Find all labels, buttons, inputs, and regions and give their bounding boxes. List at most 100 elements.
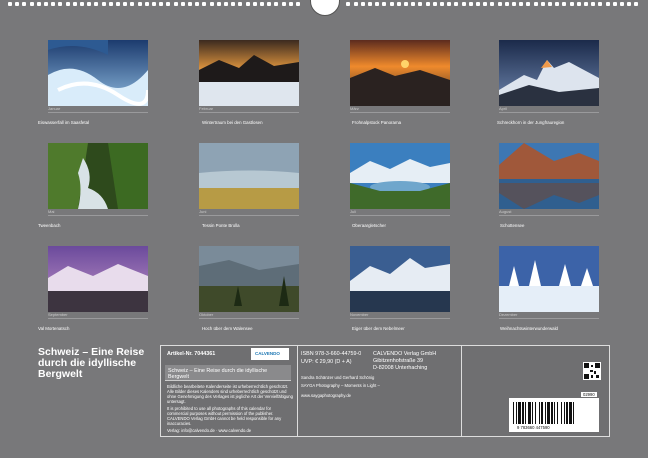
barcode-bar xyxy=(564,402,565,424)
thumbnail-march xyxy=(350,40,450,106)
month-line xyxy=(199,215,299,216)
binding-hole xyxy=(159,2,164,6)
binding-hole xyxy=(80,2,84,6)
month-line xyxy=(199,318,299,319)
thumbnail-july xyxy=(350,143,450,209)
barcode-digits: 9 783660 447590 xyxy=(517,425,550,430)
binding-hole xyxy=(591,2,596,6)
month-label: November xyxy=(350,312,369,317)
binding-hole xyxy=(173,2,178,6)
caption-june: Tessin Ponte Brolla xyxy=(202,223,240,228)
binding-hole xyxy=(483,2,488,6)
barcode-bar xyxy=(561,402,562,424)
caption-may: Tweenbach xyxy=(38,223,61,228)
binding-hole xyxy=(252,2,257,6)
month-label: Februar xyxy=(199,106,214,111)
publisher-logo-text: CALVENDO xyxy=(255,351,280,356)
binding-hole xyxy=(245,2,250,6)
binding-hole xyxy=(612,2,617,6)
authors: Sandra Schänzer und Gerhard Schönig xyxy=(301,375,375,380)
thumbnail-august xyxy=(499,143,599,209)
binding-hole xyxy=(116,2,120,6)
binding-hole xyxy=(188,2,192,6)
binding-hole xyxy=(195,2,200,6)
month-line xyxy=(48,215,148,216)
caption-february: Wintertraum bei den Gastlosen xyxy=(202,120,263,125)
binding-hole xyxy=(224,2,228,6)
barcode-bar xyxy=(518,402,521,424)
month-line xyxy=(199,112,299,113)
binding-hole xyxy=(497,2,502,6)
barcode-bar xyxy=(551,402,553,424)
binding-hole xyxy=(368,2,372,6)
month-line xyxy=(350,112,450,113)
calendar-title: Schweiz – Eine Reise durch die idyllisch… xyxy=(38,346,145,380)
month-line xyxy=(48,318,148,319)
binding-hole xyxy=(454,2,459,6)
barcode-bar xyxy=(557,402,558,424)
binding-hole xyxy=(526,2,531,6)
binding-hole xyxy=(620,2,624,6)
legal-text-en: It is prohibited to use all photographs … xyxy=(167,406,282,426)
binding-hole xyxy=(72,2,77,6)
binding-hole xyxy=(94,2,99,6)
barcode-bar xyxy=(522,402,524,424)
binding-hole xyxy=(504,2,509,6)
month-label: Juni xyxy=(199,209,207,214)
month-line xyxy=(499,215,599,216)
caption-march: Frohnalpstock Panorama xyxy=(352,120,402,125)
month-line xyxy=(350,215,450,216)
price: UVP: € 29,90 (D + A) xyxy=(301,359,352,365)
binding-hole xyxy=(425,2,430,6)
binding-hole xyxy=(396,2,401,6)
binding-hole xyxy=(209,2,214,6)
caption-december: Weihnachtswinterwunderwald xyxy=(500,326,559,331)
barcode-bar xyxy=(541,402,543,424)
binding-hole xyxy=(627,2,632,6)
binding-hole xyxy=(382,2,387,6)
subtitle-band: Schweiz – Eine Reise durch die idyllisch… xyxy=(165,365,291,381)
month-label: Mai xyxy=(48,209,55,214)
binding-hole xyxy=(634,2,639,6)
binding-hole xyxy=(576,2,581,6)
thumbnail-december xyxy=(499,246,599,312)
month-line xyxy=(499,318,599,319)
binding-hole xyxy=(238,2,243,6)
barcode-bar xyxy=(528,402,531,424)
month-label: Juli xyxy=(350,209,357,214)
qr-code xyxy=(583,362,601,380)
subtitle: Schweiz – Eine Reise durch die idyllisch… xyxy=(168,368,268,380)
publisher-city: D-82008 Unterhaching xyxy=(373,365,428,371)
binding-hole xyxy=(375,2,380,6)
caption-october: Hoch über dem Walensee xyxy=(202,326,253,331)
legal-text-de: Bildliche bearbeitete Kalenderseite ist … xyxy=(167,384,293,404)
publisher-street: Gibitzenhofstraße 39 xyxy=(373,358,424,364)
caption-january: Eiswasserfall im Saasfetal xyxy=(38,120,89,125)
binding-hole xyxy=(461,2,466,6)
binding-hole xyxy=(108,2,113,6)
binding-hole xyxy=(231,2,236,6)
binding-hole xyxy=(288,2,293,6)
barcode-bar xyxy=(532,402,533,424)
binding-hole xyxy=(512,2,516,6)
binding-hole xyxy=(605,2,610,6)
calendar-back-page: Januar Eiswasserfall im Saasfetal Februa… xyxy=(0,0,648,458)
binding-hole xyxy=(101,2,106,6)
month-line xyxy=(350,318,450,319)
barcode-bar xyxy=(539,402,540,424)
binding-hole xyxy=(260,2,264,6)
barcode-bar xyxy=(513,402,514,424)
binding-hole xyxy=(65,2,70,6)
barcode-bar xyxy=(547,402,550,424)
binding-hole xyxy=(389,2,394,6)
binding-hole xyxy=(548,2,552,6)
binding-hole xyxy=(51,2,56,6)
binding-hole xyxy=(411,2,416,6)
binding-hole xyxy=(137,2,142,6)
barcode-bar xyxy=(545,402,546,424)
thumbnail-april xyxy=(499,40,599,106)
thumbnail-may xyxy=(48,143,148,209)
publisher-name: CALVENDO Verlag GmbH xyxy=(373,351,437,357)
month-label: September xyxy=(48,312,68,317)
info-box: Artikel-Nr. 7044361 CALVENDO Schweiz – E… xyxy=(160,345,610,437)
